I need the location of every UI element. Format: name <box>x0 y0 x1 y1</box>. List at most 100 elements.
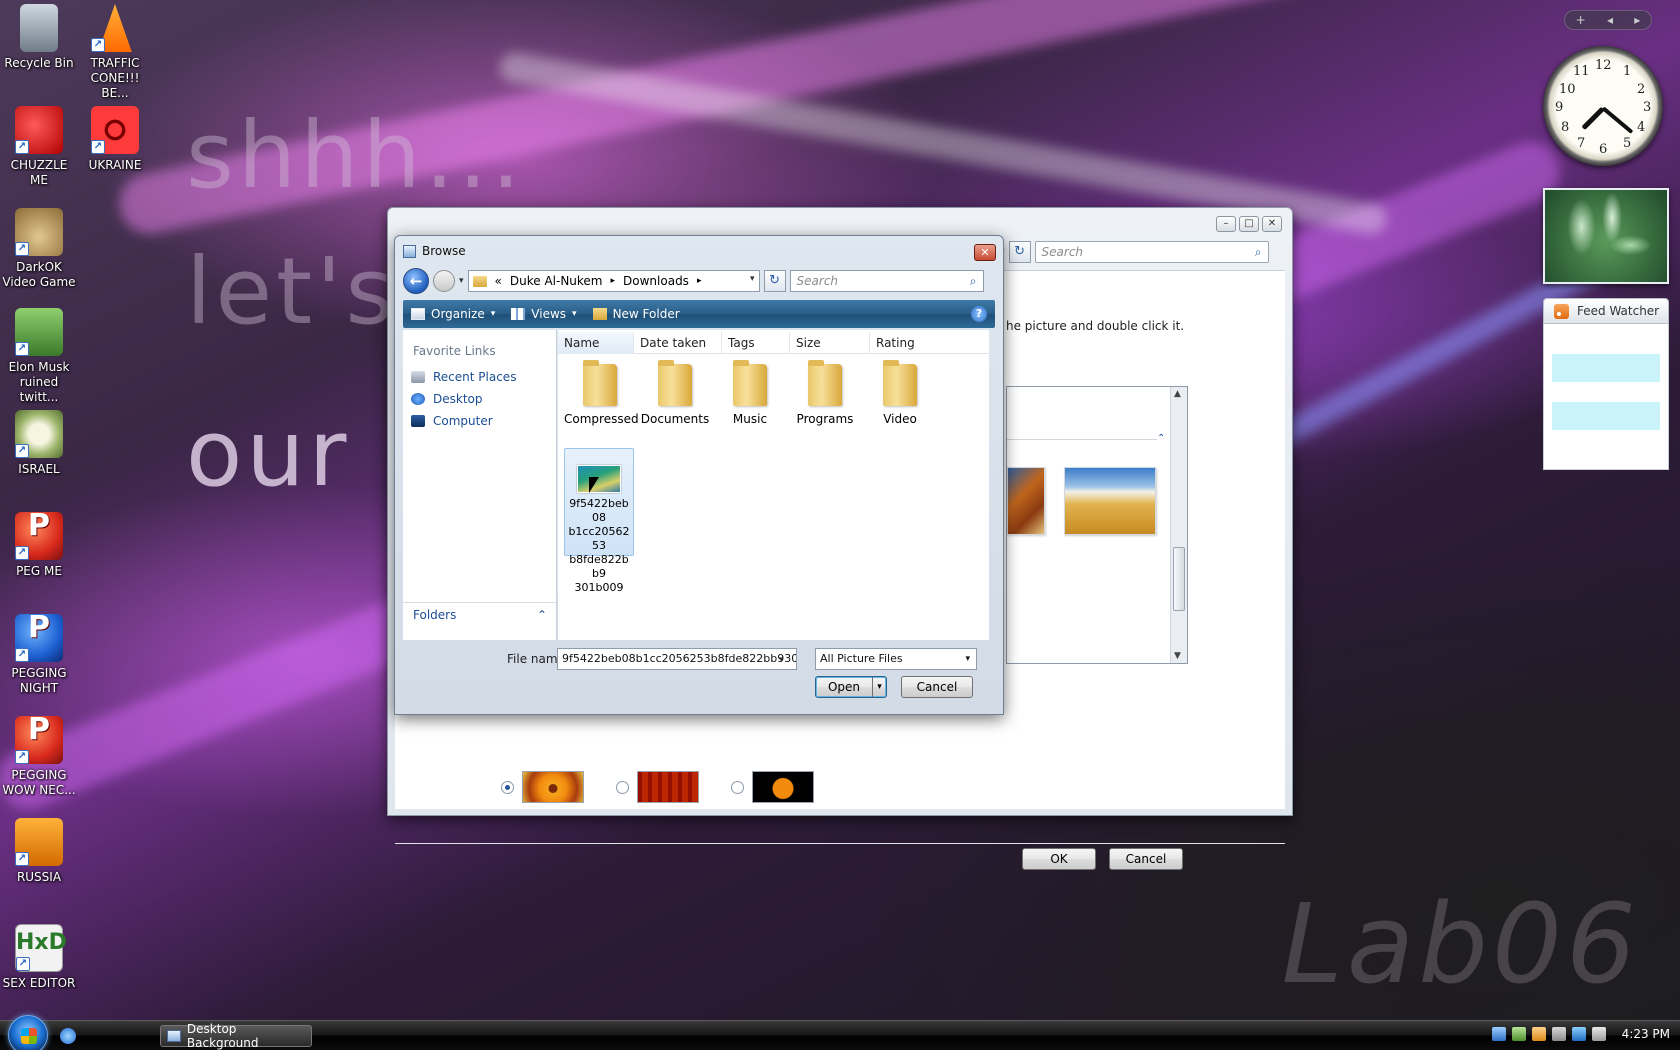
desktop-icon-peg-me[interactable]: P ↗ PEG ME <box>0 511 78 579</box>
views-button[interactable]: Views ▾ <box>511 307 577 321</box>
refresh-icon[interactable]: ↻ <box>1008 241 1031 263</box>
minimize-button[interactable]: – <box>1216 216 1236 232</box>
feed-watcher-label: Feed Watcher <box>1577 304 1660 318</box>
position-center-radio[interactable] <box>731 780 744 794</box>
clock-number: 10 <box>1559 82 1576 97</box>
refresh-icon[interactable]: ↻ <box>763 270 786 292</box>
column-size[interactable]: Size <box>790 332 870 354</box>
tray-app-icon[interactable] <box>1551 1027 1566 1041</box>
breadcrumb-overflow[interactable]: « <box>495 274 502 288</box>
next-page-button[interactable]: ▸ <box>1634 13 1640 27</box>
organize-button[interactable]: Organize ▾ <box>411 307 495 321</box>
clock-number: 6 <box>1599 142 1608 157</box>
column-date-taken[interactable]: Date taken <box>634 332 722 354</box>
previous-page-button[interactable]: ◂ <box>1607 13 1613 27</box>
close-button[interactable]: ✕ <box>1262 216 1282 232</box>
desktop-icon-traffic-cone[interactable]: ↗ TRAFFIC CONE!!! BE... <box>76 4 154 101</box>
wallpaper-thumbnail[interactable] <box>1007 467 1045 535</box>
open-options-dropdown-icon[interactable]: ▾ <box>872 677 886 697</box>
column-name[interactable]: Name <box>558 332 634 354</box>
maximize-button[interactable]: □ <box>1239 216 1259 232</box>
search-icon: ⌕ <box>969 273 977 288</box>
nav-link-recent-places[interactable]: Recent Places <box>411 370 516 384</box>
breadcrumb-separator-icon[interactable]: ▸ <box>697 276 702 286</box>
help-icon[interactable]: ? <box>971 306 987 322</box>
desktop-icon-sex-editor[interactable]: HxD ↗ SEX EDITOR <box>0 924 78 991</box>
selected-file-item[interactable]: 9f5422beb08 b1cc2056253 b8fde822bb9 301b… <box>564 448 634 594</box>
network-icon[interactable] <box>1571 1027 1586 1041</box>
file-type-select[interactable]: All Picture Files ▾ <box>815 648 977 670</box>
desktop-icon-elon[interactable]: ↗ Elon Musk ruined twitt... <box>0 308 78 405</box>
add-gadget-button[interactable]: + <box>1576 13 1586 27</box>
back-button[interactable]: ← <box>403 268 429 294</box>
forward-button[interactable] <box>433 270 455 292</box>
internet-explorer-icon[interactable] <box>60 1028 76 1044</box>
desktop-icon-pegging-night[interactable]: P ↗ PEGGING NIGHT <box>0 610 78 696</box>
feed-watcher-gadget[interactable]: Feed Watcher <box>1543 298 1669 470</box>
close-button[interactable]: ✕ <box>974 244 996 261</box>
desktop-icon-chuzzle[interactable]: ↗ CHUZZLE ME <box>0 106 78 188</box>
nav-link-computer[interactable]: Computer <box>411 414 493 428</box>
clock-time[interactable]: 4:23 PM <box>1622 1027 1670 1041</box>
folders-toggle[interactable]: Folders ⌃ <box>403 602 557 626</box>
folder-item[interactable]: Compressed <box>564 360 639 426</box>
search-input[interactable]: Search ⌕ <box>789 270 984 292</box>
feed-item[interactable] <box>1552 402 1660 430</box>
folder-item[interactable]: Documents <box>639 360 711 426</box>
collapse-group-icon[interactable]: ⌃ <box>1157 433 1165 444</box>
folder-item[interactable]: Video <box>864 360 936 426</box>
nav-link-desktop[interactable]: Desktop <box>411 392 483 406</box>
breadcrumb-separator-icon[interactable]: ▸ <box>611 276 616 286</box>
vertical-scrollbar[interactable]: ▲ ▼ <box>1170 387 1187 663</box>
position-fill-preview[interactable] <box>522 771 584 803</box>
tray-app-icon[interactable] <box>1531 1027 1546 1041</box>
position-center-preview[interactable] <box>752 771 814 803</box>
breadcrumb[interactable]: « Duke Al-Nukem ▸ Downloads ▸ ▾ <box>467 270 760 292</box>
scroll-down-icon[interactable]: ▼ <box>1174 651 1181 661</box>
folder-item[interactable]: Music <box>714 360 786 426</box>
picture-list[interactable]: ⌃ ▲ ▼ <box>1006 386 1188 664</box>
cancel-button[interactable]: Cancel <box>1109 848 1183 870</box>
recent-pages-dropdown-icon[interactable]: ▾ <box>459 276 464 286</box>
search-input[interactable]: Search ⌕ <box>1034 241 1269 263</box>
position-tile-preview[interactable] <box>637 771 699 803</box>
file-list[interactable]: Name Date taken Tags Size Rating Compres… <box>558 330 989 640</box>
start-button[interactable] <box>8 1015 48 1050</box>
file-label-line: 301b009 <box>574 581 624 594</box>
tray-app-icon[interactable] <box>1511 1027 1526 1041</box>
wallpaper-thumbnail[interactable] <box>1064 467 1156 535</box>
slideshow-gadget[interactable] <box>1543 188 1669 284</box>
desktop-icon-ukraine[interactable]: ↗ UKRAINE <box>76 106 154 173</box>
breadcrumb-item[interactable]: Duke Al-Nukem <box>510 274 603 288</box>
desktop-icon-russia[interactable]: ↗ RUSSIA <box>0 818 78 885</box>
open-button[interactable]: Open ▾ <box>815 676 887 698</box>
column-rating[interactable]: Rating <box>870 332 989 354</box>
folder-item[interactable]: Programs <box>789 360 861 426</box>
folder-icon <box>883 360 917 406</box>
file-name-dropdown-icon[interactable]: ▾ <box>779 655 784 665</box>
clock-gadget[interactable]: 12 1 2 3 4 5 6 7 8 9 10 11 <box>1543 46 1663 166</box>
navigation-pane: Favorite Links Recent Places Desktop Com… <box>403 330 557 640</box>
new-folder-button[interactable]: New Folder <box>592 307 680 321</box>
volume-icon[interactable] <box>1591 1027 1606 1041</box>
scroll-up-icon[interactable]: ▲ <box>1174 389 1181 399</box>
desktop-icon-label: PEG ME <box>16 564 62 578</box>
ok-button[interactable]: OK <box>1022 848 1096 870</box>
desktop-icon-pegging-wow[interactable]: P ↗ PEGGING WOW NEC... <box>0 715 78 798</box>
peg-glyph: P <box>28 610 50 645</box>
desktop-icon-israel[interactable]: ↗ ISRAEL <box>0 410 78 477</box>
position-tile-radio[interactable] <box>616 780 629 794</box>
desktop-icon-recycle-bin[interactable]: Recycle Bin <box>0 4 78 71</box>
feed-item[interactable] <box>1552 354 1660 382</box>
breadcrumb-item[interactable]: Downloads <box>623 274 689 288</box>
cancel-button[interactable]: Cancel <box>901 676 973 698</box>
window-controls: – □ ✕ <box>1216 216 1282 232</box>
tray-app-icon[interactable] <box>1491 1027 1506 1041</box>
file-name-field[interactable]: 9f5422beb08b1cc2056253b8fde822bb9301b <box>557 648 797 670</box>
position-fit-radio[interactable] <box>501 780 514 794</box>
scrollbar-thumb[interactable] <box>1173 547 1185 611</box>
taskbar-item-desktop-background[interactable]: Desktop Background <box>160 1022 312 1050</box>
address-dropdown-icon[interactable]: ▾ <box>750 274 755 284</box>
desktop-icon-darkok[interactable]: ↗ DarkOK Video Game <box>0 208 78 290</box>
column-tags[interactable]: Tags <box>722 332 790 354</box>
